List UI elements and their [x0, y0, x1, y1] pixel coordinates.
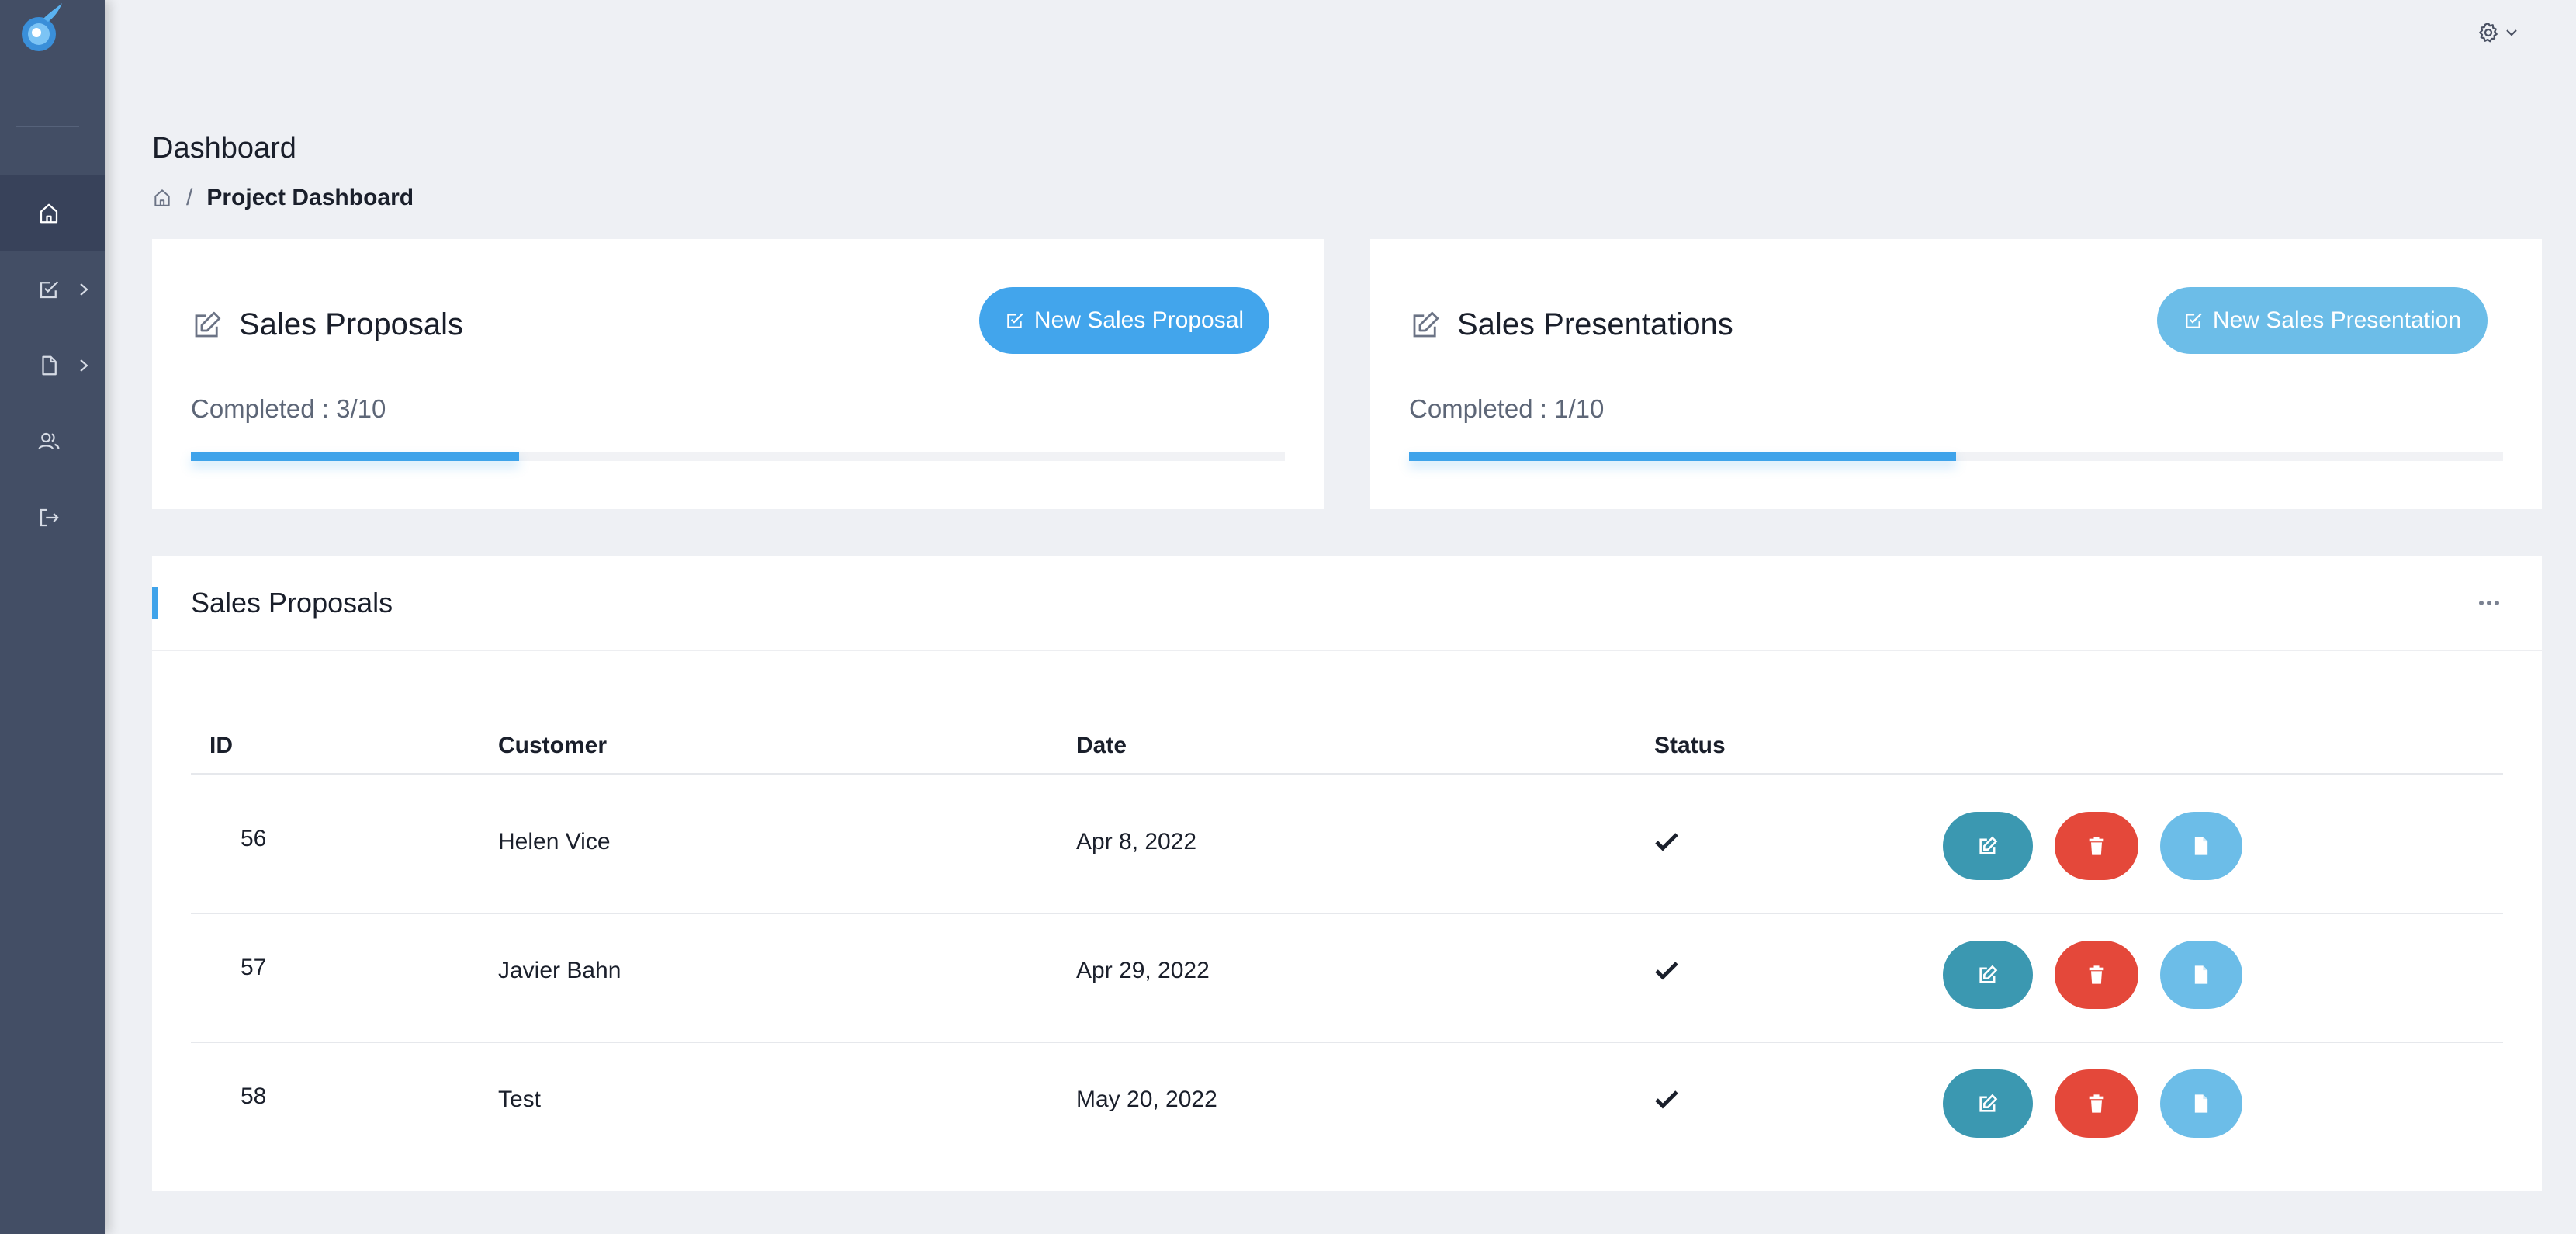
view-document-button[interactable] — [2160, 941, 2242, 1009]
sidebar — [0, 0, 105, 1234]
trash-icon — [2089, 837, 2104, 855]
checkbox-edit-icon — [2186, 313, 2202, 328]
progress-bar — [191, 452, 1285, 461]
button-label: New Sales Proposal — [1034, 307, 1245, 333]
view-document-button[interactable] — [2160, 1069, 2242, 1138]
view-document-button[interactable] — [2160, 812, 2242, 880]
chevron-down-icon — [2506, 29, 2517, 36]
checkmark-icon — [1654, 961, 1679, 987]
column-header-date: Date — [1076, 733, 1127, 758]
card-title-text: Sales Presentations — [1457, 307, 1733, 341]
page-title: Dashboard — [152, 132, 296, 165]
trash-icon — [2089, 965, 2104, 984]
checkmark-icon — [1654, 832, 1679, 858]
column-header-id: ID — [209, 733, 233, 758]
home-icon[interactable] — [152, 188, 172, 208]
chevron-right-icon — [80, 283, 88, 296]
settings-dropdown[interactable] — [2477, 17, 2528, 48]
document-icon — [41, 355, 57, 376]
home-icon — [40, 203, 57, 224]
table-row: 57 Javier Bahn Apr 29, 2022 — [191, 914, 2503, 1043]
table-header: ID Customer Date Status — [191, 720, 2503, 775]
card-title: Sales Proposals — [191, 307, 463, 342]
row-id: 58 — [241, 1083, 267, 1109]
edit-icon — [1979, 965, 1998, 983]
row-actions — [1943, 941, 2242, 1009]
app-logo[interactable] — [16, 2, 70, 57]
sidebar-item-documents[interactable] — [0, 328, 105, 404]
sales-proposals-table-card: Sales Proposals ID Customer Date Status … — [152, 556, 2542, 1191]
divider — [152, 650, 2542, 651]
row-actions — [1943, 812, 2242, 880]
file-icon — [2194, 1094, 2208, 1113]
sidebar-item-tasks[interactable] — [0, 251, 105, 328]
breadcrumb-separator: / — [186, 185, 193, 210]
more-options-button[interactable] — [2472, 591, 2506, 615]
button-label: New Sales Presentation — [2212, 307, 2462, 333]
delete-button[interactable] — [2055, 941, 2138, 1009]
title-accent-bar — [152, 587, 158, 619]
delete-button[interactable] — [2055, 1069, 2138, 1138]
row-date: Apr 8, 2022 — [1076, 829, 1197, 854]
table-row: 56 Helen Vice Apr 8, 2022 — [191, 785, 2503, 914]
row-date: May 20, 2022 — [1076, 1087, 1217, 1112]
card-title-text: Sales Proposals — [239, 307, 464, 341]
checkbox-edit-icon — [1007, 313, 1023, 328]
edit-button[interactable] — [1943, 1069, 2033, 1138]
edit-icon — [195, 311, 221, 337]
breadcrumb: / Project Dashboard — [152, 185, 414, 211]
gear-icon — [2479, 23, 2498, 43]
column-header-status: Status — [1654, 733, 1726, 758]
file-icon — [2194, 837, 2208, 855]
progress-fill — [191, 452, 519, 461]
row-id: 57 — [241, 955, 267, 980]
chevron-right-icon — [80, 359, 88, 372]
table-card-title: Sales Proposals — [191, 587, 393, 619]
users-icon — [37, 432, 60, 450]
sidebar-item-logout[interactable] — [0, 480, 105, 556]
edit-icon — [1979, 1094, 1998, 1112]
dot — [2479, 601, 2484, 605]
card-title: Sales Presentations — [1409, 307, 1733, 342]
sidebar-item-users[interactable] — [0, 404, 105, 480]
row-date: Apr 29, 2022 — [1076, 958, 1210, 983]
dot — [2495, 601, 2499, 605]
row-customer: Javier Bahn — [498, 958, 621, 983]
row-customer: Test — [498, 1087, 542, 1112]
progress-fill — [1409, 452, 1956, 461]
logout-icon — [40, 508, 59, 527]
checkmark-icon — [1654, 1090, 1679, 1116]
sidebar-divider — [16, 126, 79, 127]
table-row: 58 Test May 20, 2022 — [191, 1043, 2503, 1172]
sales-presentations-card: Sales Presentations New Sales Presentati… — [1370, 239, 2542, 509]
row-actions — [1943, 1069, 2242, 1138]
breadcrumb-current: Project Dashboard — [206, 185, 414, 210]
progress-bar — [1409, 452, 2503, 461]
checkbox-edit-icon — [40, 281, 58, 299]
row-customer: Helen Vice — [498, 829, 611, 854]
delete-button[interactable] — [2055, 812, 2138, 880]
column-header-customer: Customer — [498, 733, 608, 758]
completed-label: Completed : 3/10 — [191, 394, 386, 423]
file-icon — [2194, 965, 2208, 984]
new-sales-presentation-button[interactable]: New Sales Presentation — [2157, 287, 2488, 354]
edit-button[interactable] — [1943, 941, 2033, 1009]
row-id: 56 — [241, 826, 267, 851]
completed-label: Completed : 1/10 — [1409, 394, 1605, 423]
sidebar-item-home[interactable] — [0, 175, 105, 251]
edit-icon — [1413, 311, 1439, 337]
edit-button[interactable] — [1943, 812, 2033, 880]
trash-icon — [2089, 1094, 2104, 1113]
sales-proposals-card: Sales Proposals New Sales Proposal Compl… — [152, 239, 1324, 509]
dot — [2487, 601, 2491, 605]
edit-icon — [1979, 836, 1998, 854]
new-sales-proposal-button[interactable]: New Sales Proposal — [979, 287, 1269, 354]
